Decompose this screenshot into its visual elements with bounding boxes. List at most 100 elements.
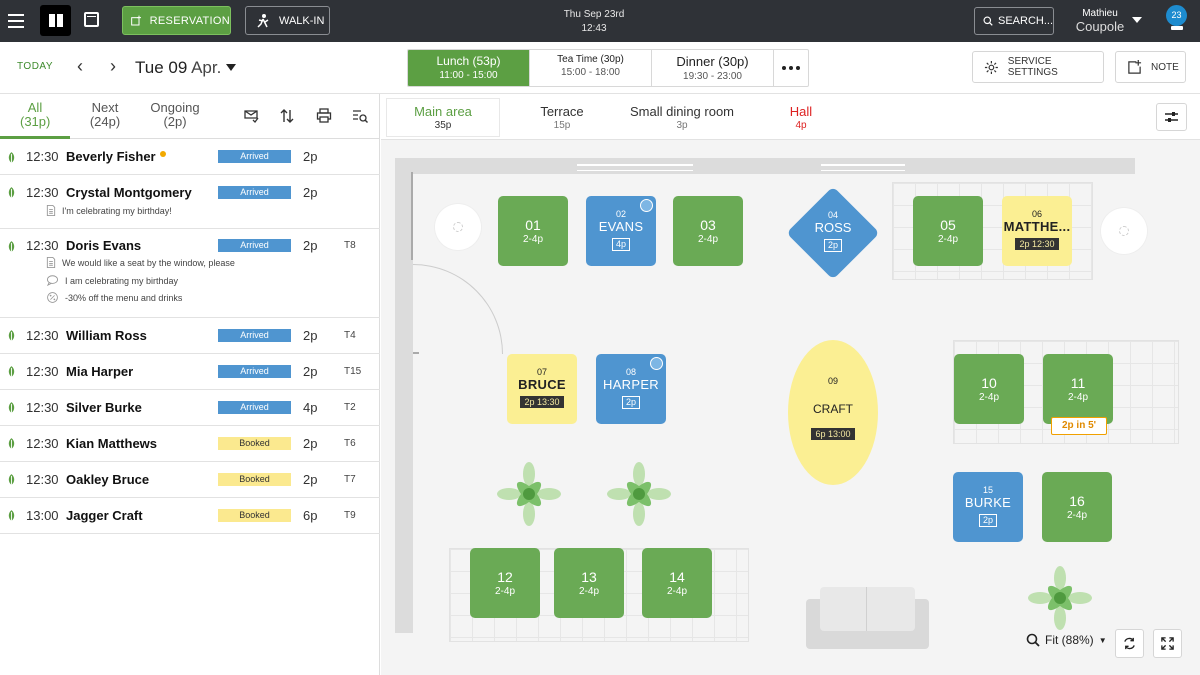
print-icon[interactable]: [316, 108, 332, 124]
chevron-left-icon[interactable]: ‹: [73, 57, 87, 76]
chevron-right-icon[interactable]: ›: [106, 57, 120, 76]
status-badge[interactable]: Booked: [218, 437, 291, 450]
guest-name: Crystal Montgomery: [66, 185, 192, 200]
window: [577, 170, 693, 171]
table-16[interactable]: 16 2-4p: [1042, 472, 1112, 542]
guest-name: Mia Harper: [66, 364, 134, 379]
leaf-icon: [8, 438, 15, 449]
chevron-down-icon[interactable]: [1132, 17, 1142, 23]
list-item[interactable]: 12:30 Crystal Montgomery Arrived 2p I'm …: [0, 175, 380, 229]
selected-date[interactable]: Tue 09 Apr.: [135, 58, 221, 78]
list-item[interactable]: 13:00 Jagger Craft Booked 6p T9: [0, 498, 380, 534]
table-07[interactable]: 07 BRUCE 2p 13:30: [507, 354, 577, 424]
table-01[interactable]: 01 2-4p: [498, 196, 568, 266]
tab-hall[interactable]: Hall 4p: [761, 99, 841, 136]
wall-line: [411, 172, 413, 260]
upcoming-alert-badge[interactable]: 2p in 5': [1051, 417, 1107, 435]
fullscreen-button[interactable]: [1153, 629, 1182, 658]
search-button[interactable]: SEARCH...: [974, 7, 1054, 35]
leaf-icon: [8, 510, 15, 521]
walk-in-button[interactable]: WALK-IN: [245, 6, 330, 35]
guest-name: Silver Burke: [66, 400, 142, 415]
date-dropdown-icon[interactable]: [226, 64, 236, 71]
status-badge[interactable]: Arrived: [218, 186, 291, 199]
table-capacity: 2-4p: [1067, 392, 1088, 403]
party-size: 4p: [303, 400, 318, 415]
rotate-button[interactable]: [1115, 629, 1144, 658]
guest-name: Kian Matthews: [66, 436, 158, 451]
tab-next[interactable]: Next (24p): [84, 101, 126, 129]
reservation-note: I am celebrating my birthday: [46, 275, 178, 286]
list-item[interactable]: 12:30 Doris Evans Arrived 2p T8 We would…: [0, 229, 380, 318]
table-10[interactable]: 10 2-4p: [954, 354, 1024, 424]
table-capacity: 2-4p: [494, 586, 515, 597]
floor-plan-view-icon[interactable]: [40, 5, 71, 36]
reservation-note: I'm celebrating my birthday!: [46, 205, 172, 216]
tab-ongoing[interactable]: Ongoing (2p): [146, 101, 204, 129]
table-number: T6: [344, 438, 356, 449]
service-dinner[interactable]: Dinner (30p) 19:30 - 23:00: [652, 50, 774, 86]
leaf-icon: [8, 402, 15, 413]
status-badge[interactable]: Arrived: [218, 329, 291, 342]
more-services-icon[interactable]: [774, 50, 808, 86]
today-button[interactable]: TODAY: [17, 61, 53, 72]
table-06[interactable]: 06 MATTHE... 2p 12:30: [1002, 196, 1072, 266]
table-pax: 4p: [611, 238, 630, 251]
table-03[interactable]: 03 2-4p: [673, 196, 743, 266]
user-menu[interactable]: Mathieu Coupole: [1074, 8, 1126, 34]
notifications-button[interactable]: 23: [1166, 5, 1190, 30]
table-14[interactable]: 14 2-4p: [642, 548, 712, 618]
service-tea-time[interactable]: Tea Time (30p) 15:00 - 18:00: [530, 50, 652, 86]
table-15[interactable]: 15 BURKE 2p: [953, 472, 1023, 542]
table-05[interactable]: 05 2-4p: [913, 196, 983, 266]
floor-settings-button[interactable]: [1156, 103, 1187, 131]
list-item[interactable]: 12:30 Beverly Fisher Arrived 2p: [0, 139, 380, 175]
chevron-down-icon: ▼: [1098, 635, 1107, 645]
new-reservation-button[interactable]: RESERVATION: [122, 6, 231, 35]
table-09[interactable]: 09 CRAFT 6p 13:00: [788, 340, 878, 485]
tab-label: All: [27, 100, 43, 115]
status-badge[interactable]: Arrived: [218, 401, 291, 414]
list-item[interactable]: 12:30 Mia Harper Arrived 2p T15: [0, 354, 380, 390]
note-text: We would like a seat by the window, plea…: [62, 257, 235, 268]
sort-icon[interactable]: [279, 108, 295, 124]
status-badge[interactable]: Arrived: [218, 365, 291, 378]
reservation-time: 12:30: [26, 149, 59, 164]
table-13[interactable]: 13 2-4p: [554, 548, 624, 618]
status-badge[interactable]: Booked: [218, 473, 291, 486]
status-badge[interactable]: Booked: [218, 509, 291, 522]
reservation-time: 12:30: [26, 328, 59, 343]
table-number: 03: [700, 217, 716, 233]
status-badge[interactable]: Arrived: [218, 150, 291, 163]
list-item[interactable]: 12:30 William Ross Arrived 2p T4: [0, 318, 380, 354]
table-12[interactable]: 12 2-4p: [470, 548, 540, 618]
list-item[interactable]: 12:30 Oakley Bruce Booked 2p T7: [0, 462, 380, 498]
tab-all[interactable]: All (31p): [20, 101, 50, 129]
reservation-label: RESERVATION: [149, 14, 230, 27]
service-name: Lunch (53p): [436, 54, 501, 68]
table-number: 07: [536, 367, 547, 377]
window: [821, 164, 905, 166]
list-item[interactable]: 12:30 Kian Matthews Booked 2p T6: [0, 426, 380, 462]
note-button[interactable]: NOTE: [1115, 51, 1186, 83]
service-lunch[interactable]: Lunch (53p) 11:00 - 15:00: [408, 50, 530, 86]
plant-icon: [607, 462, 671, 526]
list-item[interactable]: 12:30 Silver Burke Arrived 4p T2: [0, 390, 380, 426]
menu-icon[interactable]: [8, 9, 30, 33]
reservation-panel: All (31p) Next (24p) Ongoing (2p) 12:30 …: [0, 94, 380, 675]
search-list-icon[interactable]: [352, 108, 368, 124]
zoom-control[interactable]: Fit (88%) ▼: [1026, 633, 1107, 647]
tab-main-area[interactable]: Main area 35p: [387, 99, 499, 136]
table-11[interactable]: 11 2-4p: [1043, 354, 1113, 424]
tab-label: Next: [91, 100, 119, 115]
table-04[interactable]: 04 ROSS 2p: [785, 208, 881, 253]
calendar-icon[interactable]: [84, 12, 99, 27]
service-settings-button[interactable]: SERVICE SETTINGS: [972, 51, 1104, 83]
tab-terrace[interactable]: Terrace 15p: [507, 99, 617, 136]
status-badge[interactable]: Arrived: [218, 239, 291, 252]
table-number: 06: [1031, 209, 1042, 219]
table-02[interactable]: 02 EVANS 4p: [586, 196, 656, 266]
table-08[interactable]: 08 HARPER 2p: [596, 354, 666, 424]
message-filter-icon[interactable]: [243, 108, 259, 124]
tab-small-dining-room[interactable]: Small dining room 3p: [623, 99, 741, 136]
